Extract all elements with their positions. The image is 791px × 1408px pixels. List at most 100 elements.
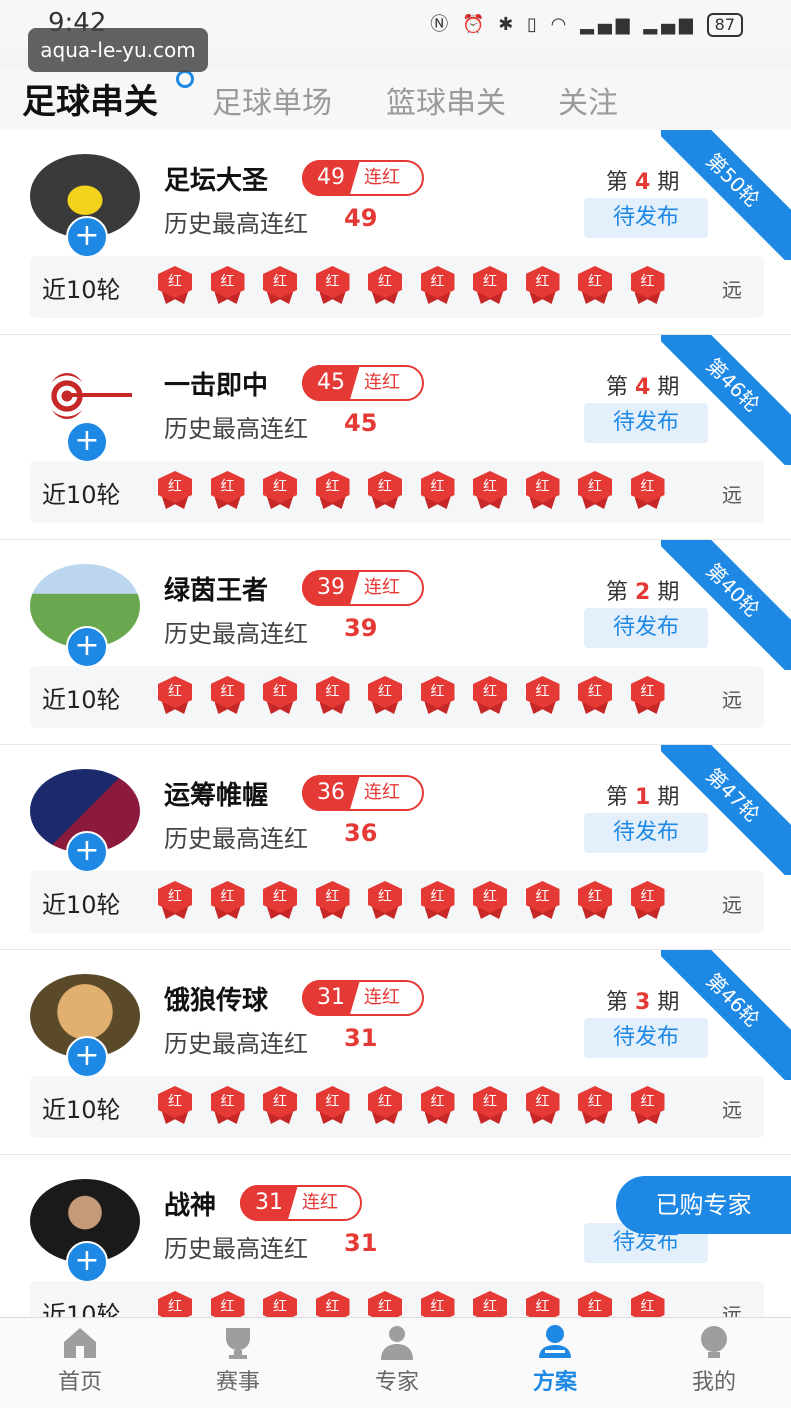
streak-count: 31 xyxy=(240,1185,298,1221)
expert-name: 足坛大圣 xyxy=(164,166,269,196)
period-prefix: 第 xyxy=(606,785,629,810)
history-label: 历史最高连红 xyxy=(164,415,308,443)
nav-label-home: 首页 xyxy=(57,1370,102,1395)
red-medal-icon: 红 xyxy=(629,1086,667,1126)
red-medal-icon: 红 xyxy=(524,1291,562,1317)
red-medal-icon: 红 xyxy=(419,676,457,716)
follow-plus-button[interactable]: + xyxy=(66,626,108,668)
history-label: 历史最高连红 xyxy=(164,210,308,238)
expert-card[interactable]: + 饿狼传球 31 连红 历史最高连红 31 第 3 期待发布 第46轮 近10轮红红红红红红红… xyxy=(0,950,791,1155)
red-medal-icon: 红 xyxy=(471,1291,509,1317)
red-medal-icon: 红 xyxy=(471,676,509,716)
red-medal-icon: 红 xyxy=(366,1086,404,1126)
red-medal-icon: 红 xyxy=(314,881,352,921)
nav-item-events[interactable]: 赛事 xyxy=(178,1324,298,1396)
red-medal-icon: 红 xyxy=(576,266,614,306)
red-medal-icon: 红 xyxy=(314,266,352,306)
red-medal-icon: 红 xyxy=(524,881,562,921)
history-value: 31 xyxy=(344,1024,378,1052)
streak-count: 45 xyxy=(302,365,360,401)
streak-badge: 36 连红 xyxy=(302,775,424,811)
follow-plus-button[interactable]: + xyxy=(66,216,108,258)
streak-badge: 45 连红 xyxy=(302,365,424,401)
red-medal-icon: 红 xyxy=(209,881,247,921)
nav-item-mine[interactable]: 我的 xyxy=(654,1324,774,1396)
watermark: aqua-le-yu.com xyxy=(28,28,208,72)
streak-label: 连红 xyxy=(302,1192,338,1213)
recent-results: 近10轮红红红红红红红红红红远 xyxy=(30,256,764,318)
red-medal-icon: 红 xyxy=(209,1291,247,1317)
signal-icon-2: ▂▄▆ xyxy=(643,14,697,35)
red-medal-icon: 红 xyxy=(366,471,404,511)
round-ribbon: 第40轮 xyxy=(661,540,791,670)
history-label: 历史最高连红 xyxy=(164,1030,308,1058)
recent-results: 近10轮红红红红红红红红红红远 xyxy=(30,1076,764,1138)
red-medal-icon: 红 xyxy=(261,881,299,921)
follow-plus-button[interactable]: + xyxy=(66,1241,108,1283)
red-medal-icon: 红 xyxy=(524,266,562,306)
expert-name: 运筹帷幄 xyxy=(164,781,269,811)
expert-card[interactable]: + 足坛大圣 49 连红 历史最高连红 49 第 4 期待发布 第50轮 近10轮红红红红红红红… xyxy=(0,130,791,335)
period-number: 1 xyxy=(635,785,651,810)
expert-card[interactable]: + 一击即中 45 连红 历史最高连红 45 第 4 期待发布 第46轮 近10轮红红红红红红红… xyxy=(0,335,791,540)
red-medal-icon: 红 xyxy=(261,1086,299,1126)
nav-item-home[interactable]: 首页 xyxy=(20,1324,140,1396)
red-medal-icon: 红 xyxy=(471,471,509,511)
expert-list: + 足坛大圣 49 连红 历史最高连红 49 第 4 期待发布 第50轮 近10轮红红红红红红红… xyxy=(0,130,791,1317)
red-medal-icon: 红 xyxy=(314,471,352,511)
streak-count: 36 xyxy=(302,775,360,811)
expert-card[interactable]: + 运筹帷幄 36 连红 历史最高连红 36 第 1 期待发布 第47轮 近10轮红红红红红红红… xyxy=(0,745,791,950)
far-label: 远 xyxy=(722,278,742,302)
red-medal-icon: 红 xyxy=(576,881,614,921)
follow-plus-button[interactable]: + xyxy=(66,1036,108,1078)
streak-count: 31 xyxy=(302,980,360,1016)
follow-plus-button[interactable]: + xyxy=(66,831,108,873)
red-medal-icon: 红 xyxy=(209,676,247,716)
battery-icon: 87 xyxy=(706,13,743,37)
red-medal-icon: 红 xyxy=(261,471,299,511)
red-medal-icon: 红 xyxy=(314,676,352,716)
red-medal-icon: 红 xyxy=(156,881,194,921)
red-medal-icon: 红 xyxy=(576,1291,614,1317)
recent-label: 近10轮 xyxy=(42,891,121,919)
medal-label: 红 xyxy=(473,1291,507,1317)
red-medal-icon: 红 xyxy=(524,676,562,716)
history-label: 历史最高连红 xyxy=(164,825,308,853)
red-medal-icon: 红 xyxy=(366,881,404,921)
nav-label-plans: 方案 xyxy=(532,1370,577,1395)
tab-basketball-parlay[interactable]: 篮球串关 xyxy=(386,78,506,122)
red-medal-icon: 红 xyxy=(419,881,457,921)
recent-results: 近10轮红红红红红红红红红红远 xyxy=(30,1281,764,1317)
red-medal-icon: 红 xyxy=(261,676,299,716)
period-prefix: 第 xyxy=(606,580,629,605)
period-number: 4 xyxy=(635,375,651,400)
streak-count: 49 xyxy=(302,160,360,196)
streak-label: 连红 xyxy=(364,167,400,188)
period-prefix: 第 xyxy=(606,990,629,1015)
tab-football-single[interactable]: 足球单场 xyxy=(212,78,332,122)
nav-item-experts[interactable]: 专家 xyxy=(337,1324,457,1396)
tab-follow[interactable]: 关注 xyxy=(558,78,618,122)
period-number: 4 xyxy=(635,170,651,195)
nfc-icon: Ⓝ xyxy=(430,14,453,35)
red-medal-icon: 红 xyxy=(419,1291,457,1317)
medal-label: 红 xyxy=(263,1291,297,1317)
red-medal-icon: 红 xyxy=(629,676,667,716)
streak-label: 连红 xyxy=(364,987,400,1008)
tab-active-dot xyxy=(176,70,194,88)
red-medal-icon: 红 xyxy=(366,266,404,306)
expert-card[interactable]: + 绿茵王者 39 连红 历史最高连红 39 第 2 期待发布 第40轮 近10轮红红红红红红红… xyxy=(0,540,791,745)
far-label: 远 xyxy=(722,483,742,507)
red-medal-icon: 红 xyxy=(156,266,194,306)
red-medal-icon: 红 xyxy=(629,266,667,306)
far-label: 远 xyxy=(722,893,742,917)
nav-item-plans[interactable]: 方案 xyxy=(495,1324,615,1396)
streak-count: 39 xyxy=(302,570,360,606)
purchased-experts-button[interactable]: 已购专家 xyxy=(616,1176,791,1234)
period-number: 3 xyxy=(635,990,651,1015)
tab-football-parlay[interactable]: 足球串关 xyxy=(22,74,158,123)
red-medal-icon: 红 xyxy=(314,1291,352,1317)
follow-plus-button[interactable]: + xyxy=(66,421,108,463)
expert-name: 饿狼传球 xyxy=(164,986,269,1016)
recent-results: 近10轮红红红红红红红红红红远 xyxy=(30,666,764,728)
